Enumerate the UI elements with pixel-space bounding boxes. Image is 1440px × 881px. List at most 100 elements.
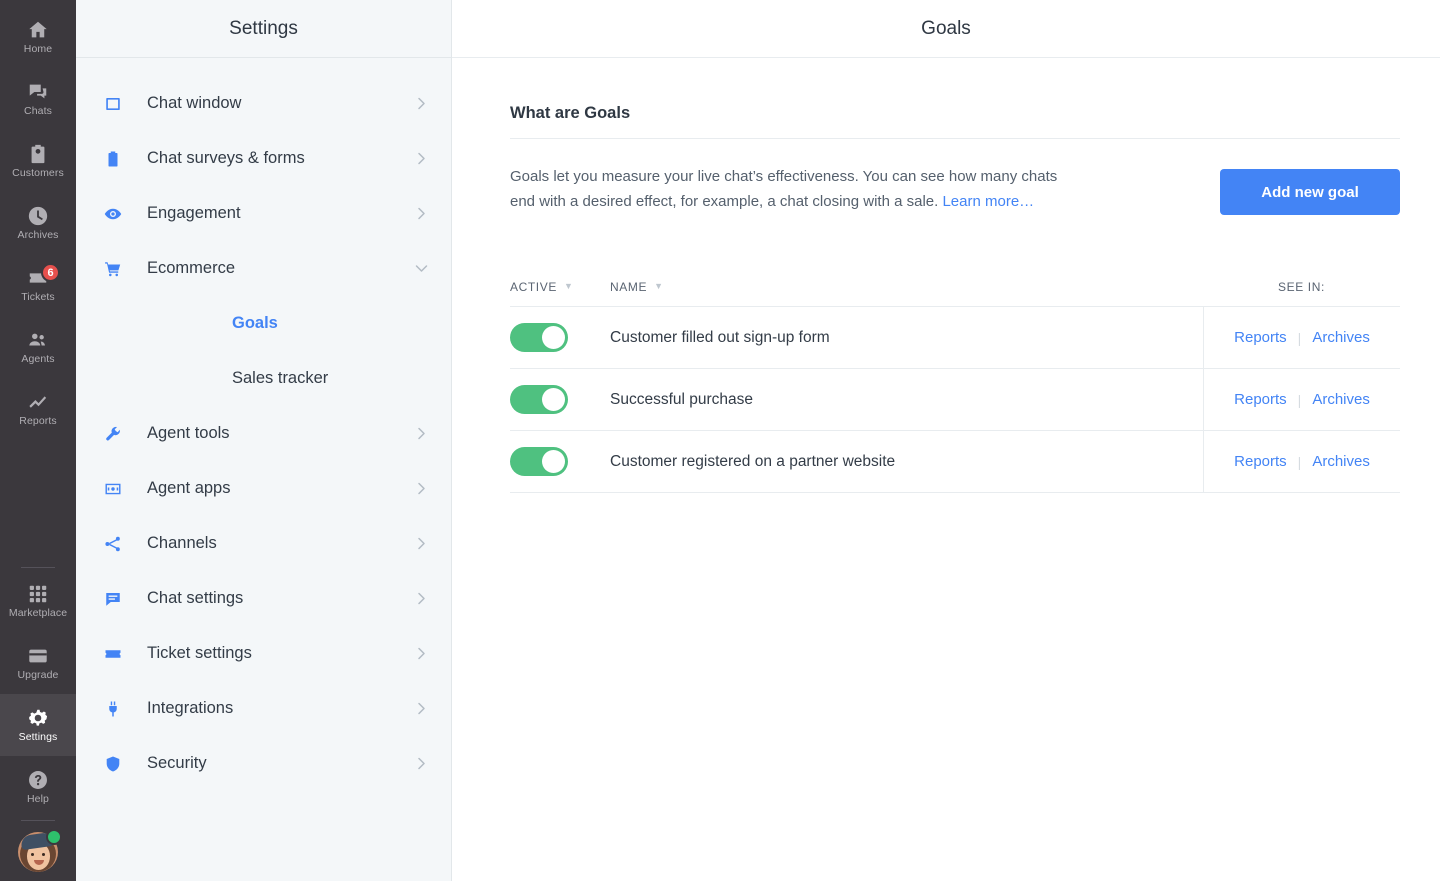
rail-item-label: Tickets [21, 291, 55, 304]
rail-divider [21, 567, 55, 568]
chevron-right-icon [414, 701, 429, 716]
table-row: Customer filled out sign-up form Reports… [510, 307, 1400, 369]
chevron-right-icon [414, 426, 429, 441]
rail-item-chats[interactable]: Chats [0, 68, 76, 130]
add-goal-button-wrap: Add new goal [1220, 164, 1400, 215]
rail-item-settings[interactable]: Settings [0, 694, 76, 756]
sidebar-item-security[interactable]: Security [76, 736, 451, 791]
rail-bottom-group: Marketplace Upgrade Settings Help [0, 565, 76, 881]
gear-icon [27, 707, 49, 729]
intro-block: Goals let you measure your live chat’s e… [510, 139, 1400, 215]
upgrade-icon [27, 645, 49, 667]
sidebar-item-label: Chat settings [147, 589, 244, 607]
link-separator: | [1297, 329, 1302, 346]
archives-link[interactable]: Archives [1312, 453, 1370, 470]
cell-name: Customer filled out sign-up form [610, 328, 830, 346]
sidebar-item-chat-window[interactable]: Chat window [76, 76, 451, 131]
sidebar-item-label: Integrations [147, 699, 234, 717]
settings-nav-list: Chat window Chat surveys & forms Engagem… [76, 58, 451, 791]
plug-icon [103, 699, 123, 719]
column-header-name[interactable]: NAME ▼ [610, 280, 1203, 294]
sort-arrow-icon: ▼ [654, 281, 664, 291]
intro-text: Goals let you measure your live chat’s e… [510, 164, 1070, 214]
chats-icon [27, 81, 49, 103]
rail-item-label: Agents [21, 353, 55, 366]
rail-divider [21, 820, 55, 821]
sidebar-item-agent-tools[interactable]: Agent tools [76, 406, 451, 461]
sidebar-item-label: Engagement [147, 204, 241, 222]
link-separator: | [1297, 391, 1302, 408]
sidebar-item-label: Channels [147, 534, 217, 552]
chevron-right-icon [414, 151, 429, 166]
sidebar-item-label: Agent tools [147, 424, 230, 442]
chevron-down-icon [414, 261, 429, 276]
cell-active [510, 431, 610, 492]
chevron-right-icon [414, 96, 429, 111]
page-title: Goals [921, 17, 971, 39]
chevron-right-icon [414, 591, 429, 606]
sidebar-item-engagement[interactable]: Engagement [76, 186, 451, 241]
sidebar-item-agent-apps[interactable]: Agent apps [76, 461, 451, 516]
archives-icon [27, 205, 49, 227]
sidebar-item-integrations[interactable]: Integrations [76, 681, 451, 736]
sidebar-item-channels[interactable]: Channels [76, 516, 451, 571]
goal-active-toggle[interactable] [510, 385, 568, 414]
chevron-right-icon [414, 536, 429, 551]
rail-item-home[interactable]: Home [0, 6, 76, 68]
archives-link[interactable]: Archives [1312, 329, 1370, 346]
rail-item-marketplace[interactable]: Marketplace [0, 570, 76, 632]
wrench-icon [103, 424, 123, 444]
rail-item-label: Settings [18, 731, 58, 744]
rail-item-label: Marketplace [8, 607, 68, 620]
archives-link[interactable]: Archives [1312, 391, 1370, 408]
goal-active-toggle[interactable] [510, 323, 568, 352]
marketplace-icon [27, 583, 49, 605]
sidebar-item-label: Chat surveys & forms [147, 149, 305, 167]
reports-link[interactable]: Reports [1234, 391, 1287, 408]
column-header-see-in-label: SEE IN: [1278, 279, 1325, 294]
main-body: What are Goals Goals let you measure you… [452, 58, 1440, 493]
rail-item-tickets[interactable]: 6 Tickets [0, 254, 76, 316]
settings-panel-header: Settings [76, 0, 451, 58]
add-new-goal-button[interactable]: Add new goal [1220, 169, 1400, 215]
home-icon [27, 19, 49, 41]
shield-icon [103, 754, 123, 774]
chevron-right-icon [414, 206, 429, 221]
sidebar-item-ecommerce[interactable]: Ecommerce [76, 241, 451, 296]
sidebar-item-label: Chat window [147, 94, 242, 112]
status-online-indicator [46, 829, 62, 845]
rail-top-group: Home Chats Customers Archives 6 Tickets … [0, 0, 76, 440]
agent-apps-icon [103, 479, 123, 499]
section-title: What are Goals [510, 104, 631, 122]
rail-item-label: Help [27, 793, 49, 806]
tickets-badge: 6 [41, 263, 60, 282]
reports-link[interactable]: Reports [1234, 453, 1287, 470]
cell-see-in: Reports | Archives [1203, 369, 1400, 430]
chevron-right-icon [414, 646, 429, 661]
sidebar-item-goals[interactable]: Goals [76, 296, 451, 351]
sidebar-subitem-label: Goals [232, 314, 278, 332]
sidebar-item-ticket-settings[interactable]: Ticket settings [76, 626, 451, 681]
sidebar-item-label: Ticket settings [147, 644, 252, 662]
clipboard-icon [103, 149, 123, 169]
sidebar-item-label: Agent apps [147, 479, 231, 497]
rail-item-archives[interactable]: Archives [0, 192, 76, 254]
rail-item-help[interactable]: Help [0, 756, 76, 818]
cell-name: Successful purchase [610, 390, 754, 408]
rail-item-customers[interactable]: Customers [0, 130, 76, 192]
rail-item-label: Reports [19, 415, 57, 428]
eye-icon [103, 204, 123, 224]
sidebar-item-chat-surveys-forms[interactable]: Chat surveys & forms [76, 131, 451, 186]
ticket-icon [103, 644, 123, 664]
cell-active [510, 369, 610, 430]
learn-more-link[interactable]: Learn more… [942, 193, 1034, 210]
rail-item-reports[interactable]: Reports [0, 378, 76, 440]
reports-link[interactable]: Reports [1234, 329, 1287, 346]
goal-active-toggle[interactable] [510, 447, 568, 476]
rail-item-upgrade[interactable]: Upgrade [0, 632, 76, 694]
avatar[interactable] [0, 823, 76, 881]
sidebar-item-sales-tracker[interactable]: Sales tracker [76, 351, 451, 406]
rail-item-agents[interactable]: Agents [0, 316, 76, 378]
column-header-active[interactable]: ACTIVE ▼ [510, 280, 610, 294]
sidebar-item-chat-settings[interactable]: Chat settings [76, 571, 451, 626]
